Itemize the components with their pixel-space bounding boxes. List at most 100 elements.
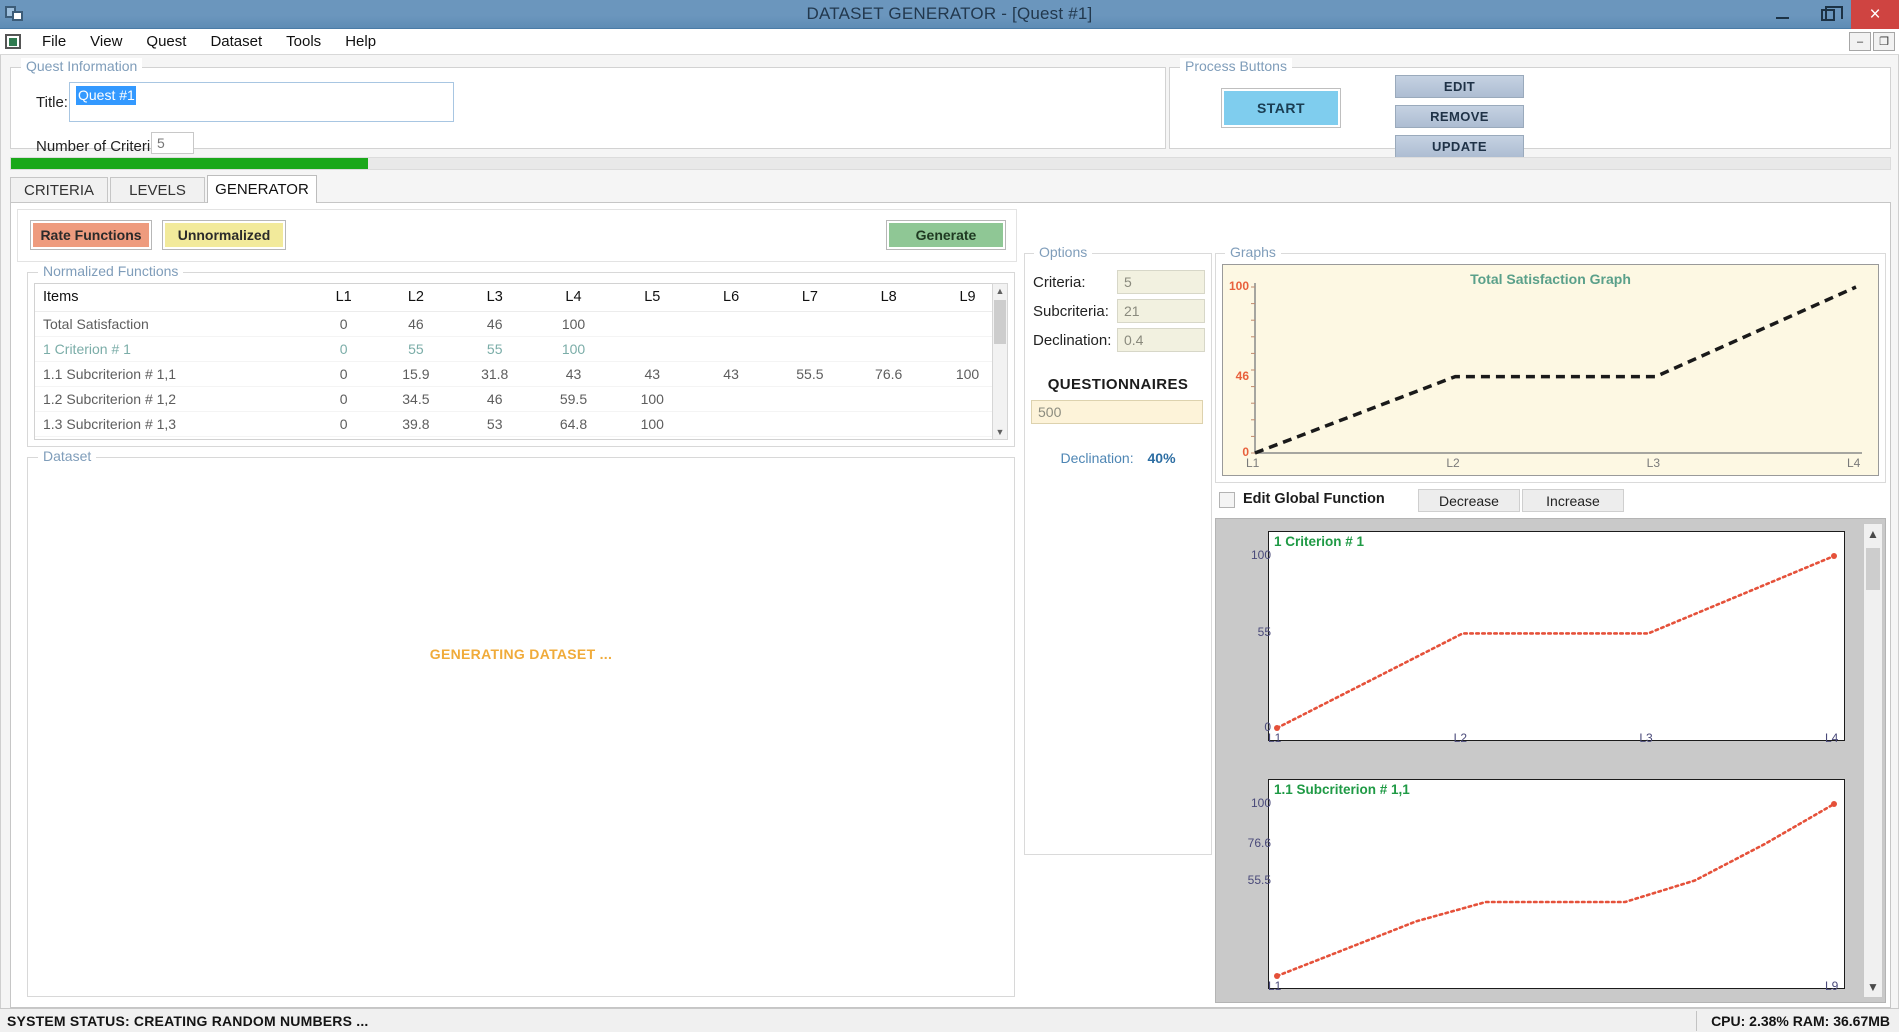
window-controls: × [1759,0,1899,29]
chart-svg [1251,283,1862,455]
options-criteria-input[interactable]: 5 [1117,270,1205,294]
menu-item-quest[interactable]: Quest [134,31,198,52]
table-cell: 53 [455,411,535,437]
normalized-functions-legend: Normalized Functions [38,263,184,279]
number-of-criteria-label: Number of Criteria: [36,138,163,155]
table-cell [849,336,929,362]
table-cell: 1.4 Subcriterion # 1,4 [35,436,311,439]
table-cell: 43 [612,361,692,387]
table-cell: 1.2 Subcriterion # 1,2 [35,386,311,412]
subgraphs-scrollbar-thumb[interactable] [1866,548,1880,590]
table-cell [612,436,692,439]
mdi-restore-button[interactable]: ❐ [1873,32,1895,51]
table-cell: 0 [310,311,377,337]
table-cell [849,411,929,437]
number-of-criteria-input[interactable]: 5 [151,132,194,154]
table-column-header: L1 [310,284,377,312]
dataset-legend: Dataset [38,448,97,464]
subcriterion-1-1-chart[interactable]: 1.1 Subcriterion # 1,1 55.5 76.6 100 L1 L9 [1248,779,1845,993]
table-cell [770,311,850,337]
subgraphs-scrollbar[interactable]: ▲ ▼ [1863,523,1883,998]
chart-x-tick-label: L1 [1268,731,1282,745]
normalized-functions-group: Normalized Functions Items L1 L2 L3 L4 L5 L6 L7… [27,263,1015,447]
rate-functions-button[interactable]: Rate Functions [30,220,152,250]
options-declination-row: Declination: 0.4 [1033,328,1205,354]
table-row[interactable]: 1.4 Subcriterion # 1,406363100 [35,436,1007,439]
questionnaires-title: QUESTIONNAIRES [1047,376,1189,393]
table-cell: 76.6 [849,361,929,387]
tab-generator[interactable]: GENERATOR [207,175,317,203]
quest-information-group: Quest Information Title: Quest #1 Number… [10,58,1166,155]
minimize-button[interactable] [1759,0,1805,29]
chart-y-tick-label: 76.6 [1247,836,1271,851]
mdi-minimize-button[interactable]: – [1849,32,1871,51]
table-scrollbar[interactable]: ▲ ▼ [992,283,1008,440]
table-cell: 100 [534,436,613,439]
edit-global-function-checkbox[interactable] [1219,492,1235,508]
scroll-up-icon[interactable]: ▲ [993,284,1007,298]
menu-item-file[interactable]: File [30,31,78,52]
document-icon [5,34,21,49]
chart-x-tick-label: L9 [1825,979,1839,993]
total-satisfaction-chart[interactable]: Total Satisfaction Graph 0 46 100 L1 L2 L3 L4 [1222,264,1879,476]
table-cell [691,336,771,362]
table-cell [849,386,929,412]
table-column-header: L7 [770,284,850,312]
dataset-group: Dataset GENERATING DATASET ... [27,448,1015,997]
criterion-1-chart[interactable]: 1 Criterion # 1 0 55 100 L1 L2 L3 L4 [1251,531,1845,745]
close-button[interactable]: × [1851,0,1899,29]
process-buttons-group: Process Buttons START EDIT REMOVE UPDATE [1169,58,1891,158]
remove-button[interactable]: REMOVE [1395,105,1524,128]
menu-bar: File View Quest Dataset Tools Help – ❐ [0,29,1899,55]
menu-item-help[interactable]: Help [333,31,388,52]
progress-bar-fill [11,158,368,169]
chart-x-tick-label: L3 [1639,731,1653,745]
title-input[interactable]: Quest #1 [69,82,454,122]
tab-levels[interactable]: LEVELS [110,177,205,203]
unnormalized-button[interactable]: Unnormalized [162,220,286,250]
table-cell [612,311,692,337]
table-cell: 0 [310,436,377,439]
table-cell: 1.1 Subcriterion # 1,1 [35,361,311,387]
chevron-down-icon[interactable]: ▼ [1864,978,1882,996]
increase-button[interactable]: Increase [1522,489,1624,512]
questionnaires-input[interactable]: 500 [1031,400,1203,424]
generate-button[interactable]: Generate [886,220,1006,250]
start-button[interactable]: START [1221,88,1341,128]
decrease-button[interactable]: Decrease [1418,489,1520,512]
chevron-up-icon[interactable]: ▲ [1864,525,1882,543]
restore-button[interactable] [1805,0,1851,29]
menu-item-view[interactable]: View [78,31,134,52]
table-cell [849,311,929,337]
table-cell [849,436,929,439]
menu-item-tools[interactable]: Tools [274,31,333,52]
options-declination-input[interactable]: 0.4 [1117,328,1205,352]
table-cell: 1 Criterion # 1 [35,336,311,362]
edit-button[interactable]: EDIT [1395,75,1524,98]
scroll-down-icon[interactable]: ▼ [993,425,1007,439]
table-cell [691,436,771,439]
table-row[interactable]: 1.2 Subcriterion # 1,2 0 34.5 46 59.5 100 [35,386,1007,412]
table-row[interactable]: 1.1 Subcriterion # 1,1 0 15.9 31.8 43 43 43 55.… [35,361,1007,387]
options-criteria-label: Criteria: [1033,274,1086,291]
table-row[interactable]: Total Satisfaction 0 46 46 100 [35,311,1007,337]
table-cell: 0 [310,386,377,412]
chart-svg [1274,553,1837,731]
update-button[interactable]: UPDATE [1395,135,1524,158]
table-header-row: Items L1 L2 L3 L4 L5 L6 L7 L8 L9 [35,284,1007,312]
table-cell: 55.5 [770,361,850,387]
chart-x-tick-label: L1 [1246,456,1260,470]
chart-line [1275,554,1836,730]
menu-item-dataset[interactable]: Dataset [198,31,274,52]
table-row[interactable]: 1 Criterion # 1 0 55 55 100 [35,336,1007,362]
scrollbar-thumb[interactable] [994,300,1006,344]
chart-line [1275,802,1836,978]
options-subcriteria-input[interactable]: 21 [1117,299,1205,323]
table-cell: 46 [455,386,535,412]
table-body: Total Satisfaction 0 46 46 100 1 Criterion # … [35,311,1007,439]
graphs-group: Graphs Total Satisfaction Graph 0 46 100 L1 L… [1215,244,1886,483]
table-cell: 1.3 Subcriterion # 1,3 [35,411,311,437]
table-row[interactable]: 1.3 Subcriterion # 1,3 0 39.8 53 64.8 100 [35,411,1007,437]
tab-criteria[interactable]: CRITERIA [10,177,108,203]
table-column-header: L3 [455,284,535,312]
